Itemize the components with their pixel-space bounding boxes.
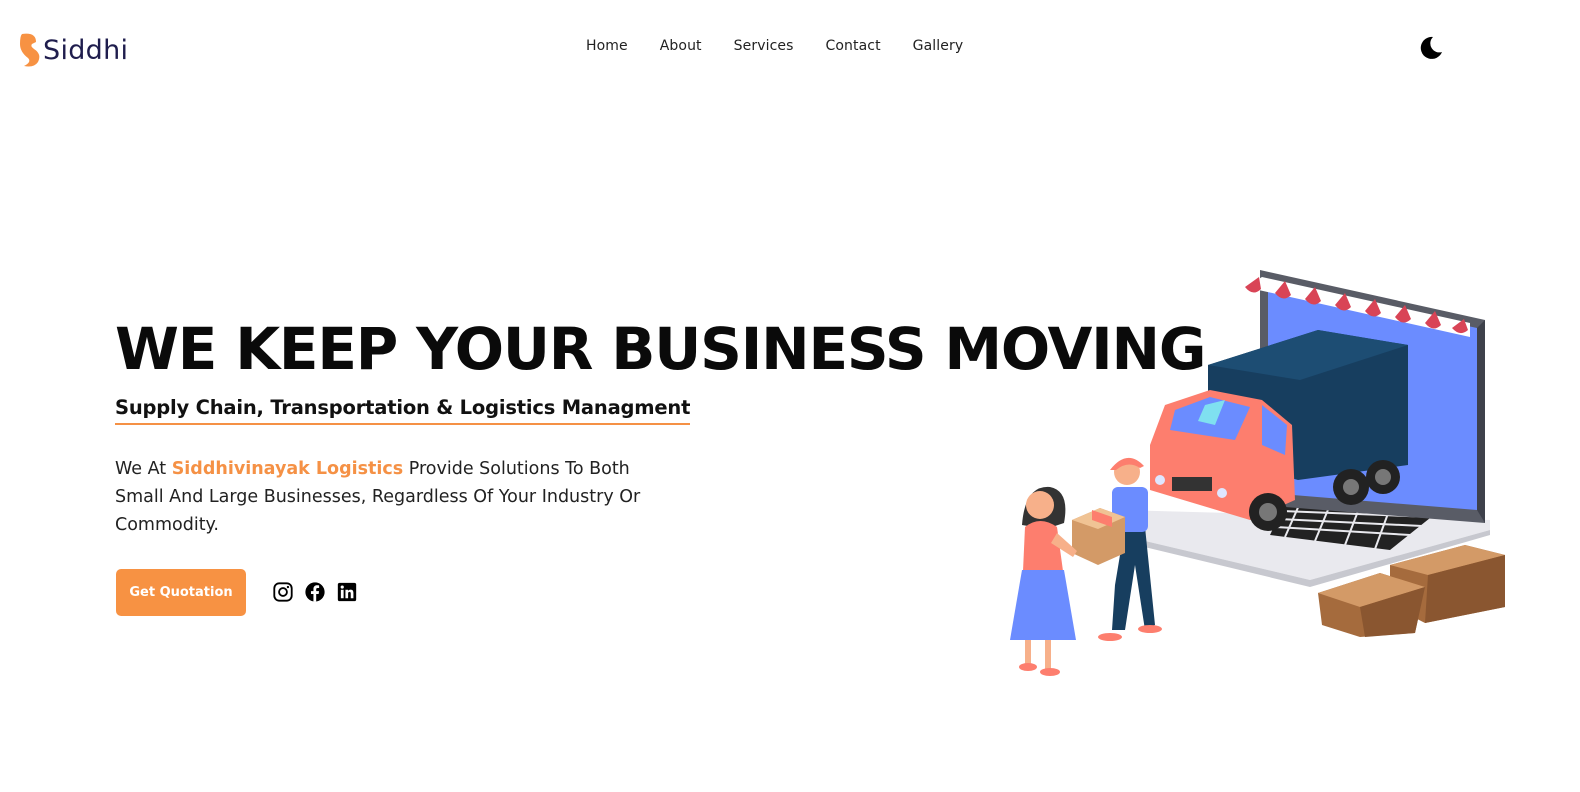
main-nav: Home About Services Contact Gallery	[586, 38, 963, 54]
moon-icon	[1420, 36, 1442, 59]
parcel	[1072, 508, 1125, 565]
social-links	[272, 581, 358, 603]
get-quotation-button[interactable]: Get Quotation	[116, 569, 246, 616]
nav-contact[interactable]: Contact	[826, 38, 881, 54]
nav-about[interactable]: About	[660, 38, 702, 54]
nav-gallery[interactable]: Gallery	[913, 38, 964, 54]
description-prefix: We At	[115, 459, 172, 479]
linkedin-icon[interactable]	[336, 581, 358, 603]
facebook-icon[interactable]	[304, 581, 326, 603]
theme-toggle-button[interactable]	[1418, 35, 1444, 61]
customer-woman	[1010, 486, 1077, 676]
brand-logo[interactable]: Siddhi	[18, 28, 128, 68]
brand-name: Siddhi	[43, 35, 129, 66]
delivery-truck-laptop-illustration	[1010, 270, 1505, 676]
s-logo-icon	[20, 33, 40, 67]
hero-subtitle: Supply Chain, Transportation & Logistics…	[115, 396, 690, 425]
nav-services[interactable]: Services	[734, 38, 794, 54]
description-brand: Siddhivinayak Logistics	[171, 459, 404, 479]
hero-description: We At Siddhivinayak Logistics Provide So…	[115, 455, 675, 539]
navbar: Siddhi Home About Services Contact Galle…	[0, 0, 1580, 92]
nav-home[interactable]: Home	[586, 38, 628, 54]
instagram-icon[interactable]	[272, 581, 294, 603]
